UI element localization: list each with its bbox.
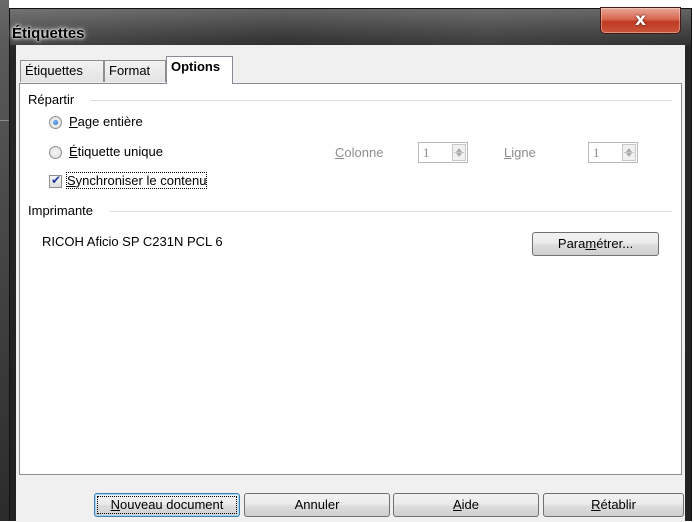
spin-down-icon — [456, 153, 462, 157]
colonne-spin-buttons[interactable] — [452, 144, 466, 161]
tab-options[interactable]: Options — [166, 56, 233, 84]
retablir-button[interactable]: Rétablir — [543, 493, 684, 517]
ligne-spinbox[interactable]: 1 — [588, 142, 638, 163]
synchroniser-checkbox[interactable] — [49, 173, 62, 188]
aide-button[interactable]: Aide — [393, 493, 539, 517]
options-panel: Répartir Page entière Étiquette unique C… — [19, 83, 682, 475]
close-button[interactable]: x — [600, 7, 681, 34]
tab-format[interactable]: Format — [104, 60, 166, 82]
imprimante-separator — [110, 211, 672, 212]
repartir-group-title: Répartir — [28, 92, 81, 107]
etiquette-unique-radio[interactable] — [49, 146, 62, 159]
ligne-value: 1 — [593, 145, 600, 160]
colonne-value: 1 — [423, 145, 430, 160]
dialog-window: Étiquettes x Étiquettes Format Options R… — [9, 7, 692, 522]
colonne-spinbox[interactable]: 1 — [418, 142, 468, 163]
annuler-button[interactable]: Annuler — [244, 493, 390, 517]
page-entiere-radio[interactable] — [49, 116, 62, 129]
page-entiere-label[interactable]: Page entière — [69, 114, 143, 129]
background-window-edge — [0, 0, 9, 521]
close-icon: x — [635, 10, 646, 30]
imprimante-group-title: Imprimante — [28, 203, 100, 218]
synchroniser-label[interactable]: Synchroniser le contenu — [65, 172, 208, 189]
parametrer-button[interactable]: Paramétrer... — [532, 232, 659, 256]
ligne-spin-buttons[interactable] — [622, 144, 636, 161]
tab-etiquettes[interactable]: Étiquettes — [20, 60, 104, 82]
window-title: Étiquettes — [12, 25, 85, 42]
spin-down-icon — [626, 153, 632, 157]
printer-name: RICOH Aficio SP C231N PCL 6 — [42, 234, 223, 249]
repartir-separator — [90, 100, 672, 101]
colonne-label: Colonne — [335, 145, 384, 160]
ligne-label: Ligne — [504, 145, 536, 160]
nouveau-document-button[interactable]: Nouveau document — [94, 493, 240, 517]
dialog-client-area: Étiquettes Format Options Répartir Page … — [16, 45, 685, 522]
etiquette-unique-label[interactable]: Étiquette unique — [69, 144, 163, 159]
title-bar[interactable]: Étiquettes — [10, 9, 691, 45]
background-divider — [0, 120, 9, 121]
